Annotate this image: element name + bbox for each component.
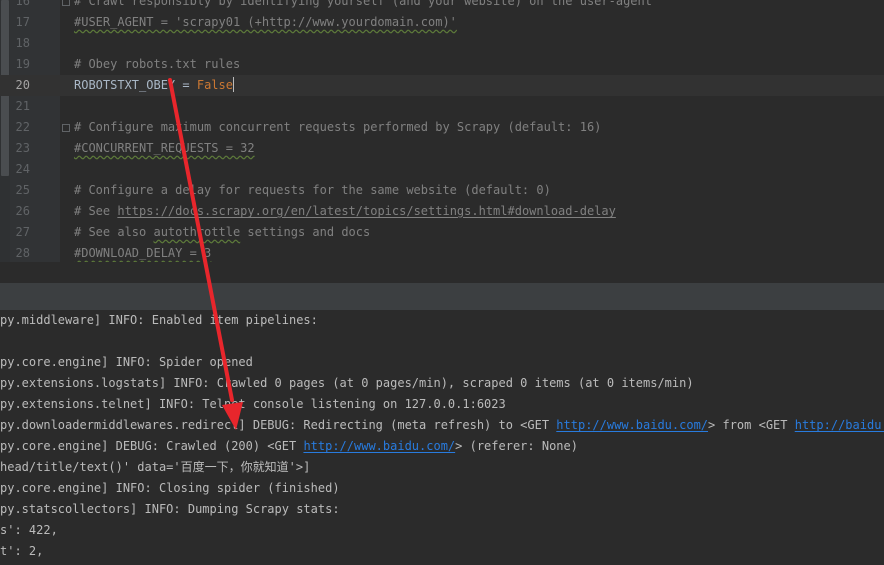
code-line[interactable]: 21 (0, 96, 884, 117)
code-line[interactable]: 23 #CONCURRENT_REQUESTS = 32 (0, 138, 884, 159)
console-url-link[interactable]: http://baidu.com/ (795, 418, 884, 432)
code-text: # See also autothrottle settings and doc… (74, 222, 370, 243)
line-number: 20 (15, 78, 30, 92)
assign-operator: = (175, 78, 197, 92)
console-line: py.core.engine] INFO: Spider opened (0, 352, 884, 373)
console-text: py.middleware] INFO: Enabled item pipeli… (0, 313, 318, 327)
setting-value: False (196, 78, 233, 92)
console-text: py.core.engine] INFO: Closing spider (fi… (0, 481, 340, 495)
comment-text: settings and docs (240, 225, 371, 239)
console-line: py.core.engine] DEBUG: Crawled (200) <GE… (0, 436, 884, 457)
line-number: 19 (15, 57, 30, 71)
run-panel-header (0, 283, 884, 311)
console-line: py.downloadermiddlewares.redirect] DEBUG… (0, 415, 884, 436)
line-number: 16 (15, 0, 30, 8)
console-text: > (referer: None) (455, 439, 578, 453)
console-url-link[interactable]: http://www.baidu.com/ (556, 418, 708, 432)
line-number: 24 (15, 162, 30, 176)
code-line[interactable]: 22 # Configure maximum concurrent request… (0, 117, 884, 138)
comment-text: #USER_AGENT = 'scrapy01 (+http://www.you… (74, 15, 457, 29)
code-text: #CONCURRENT_REQUESTS = 32 (74, 138, 255, 159)
comment-text: #DOWNLOAD_DELAY = 3 (74, 246, 212, 260)
editor-console-splitter[interactable] (0, 262, 884, 283)
line-number: 26 (15, 204, 30, 218)
code-editor[interactable]: 16 # Crawl responsibly by identifying you… (0, 0, 884, 262)
code-line[interactable]: 26 # See https://docs.scrapy.org/en/lates… (0, 201, 884, 222)
fold-marker-icon[interactable] (62, 124, 70, 132)
code-text: #USER_AGENT = 'scrapy01 (+http://www.you… (74, 12, 457, 33)
code-line[interactable]: 16 # Crawl responsibly by identifying you… (0, 0, 884, 12)
run-console[interactable]: py.middleware] INFO: Enabled item pipeli… (0, 310, 884, 565)
code-text: # Configure maximum concurrent requests … (74, 117, 601, 138)
line-number: 17 (15, 15, 30, 29)
console-line: py.core.engine] INFO: Closing spider (fi… (0, 478, 884, 499)
code-line[interactable]: 18 (0, 33, 884, 54)
console-text: py.downloadermiddlewares.redirect] DEBUG… (0, 418, 557, 432)
console-line: s': 422, (0, 520, 884, 541)
code-line[interactable]: 19 # Obey robots.txt rules (0, 54, 884, 75)
comment-text: # See (74, 204, 118, 218)
console-text: t': 2, (0, 544, 44, 558)
setting-name: ROBOTSTXT_OBEY (74, 78, 176, 92)
console-line: py.middleware] INFO: Enabled item pipeli… (0, 310, 884, 331)
code-text: # Obey robots.txt rules (74, 54, 240, 75)
line-number: 21 (15, 99, 30, 113)
line-number: 18 (15, 36, 30, 50)
line-number: 27 (15, 225, 30, 239)
console-line: py.extensions.telnet] INFO: Telnet conso… (0, 394, 884, 415)
console-line: py.extensions.logstats] INFO: Crawled 0 … (0, 373, 884, 394)
console-text: py.core.engine] INFO: Spider opened (0, 355, 253, 369)
comment-text: # Configure maximum concurrent requests … (74, 120, 602, 134)
code-line[interactable]: 17 #USER_AGENT = 'scrapy01 (+http://www.y… (0, 12, 884, 33)
console-text: head/title/text()' data='百度一下，你就知道'>] (0, 460, 311, 474)
console-text: > from <GET (708, 418, 795, 432)
comment-text: # See also (74, 225, 154, 239)
comment-text: # Configure a delay for requests for the… (74, 183, 551, 197)
code-text: # Configure a delay for requests for the… (74, 180, 551, 201)
console-text: py.statscollectors] INFO: Dumping Scrapy… (0, 502, 340, 516)
console-text: py.extensions.logstats] INFO: Crawled 0 … (0, 376, 694, 390)
code-text: # See https://docs.scrapy.org/en/latest/… (74, 201, 616, 222)
spellcheck-word[interactable]: autothrottle (153, 225, 240, 239)
comment-text: # Crawl responsibly by identifying yours… (74, 0, 652, 8)
code-text: #DOWNLOAD_DELAY = 3 (74, 243, 211, 262)
code-text: # Crawl responsibly by identifying yours… (74, 0, 652, 12)
line-number: 28 (15, 246, 30, 260)
code-text: ROBOTSTXT_OBEY = False (74, 75, 234, 96)
code-line[interactable]: 25 # Configure a delay for requests for t… (0, 180, 884, 201)
console-line: t': 2, (0, 541, 884, 562)
comment-text: # Obey robots.txt rules (74, 57, 241, 71)
text-caret (232, 77, 234, 92)
code-line[interactable]: 28 #DOWNLOAD_DELAY = 3 (0, 243, 884, 262)
console-text: py.extensions.telnet] INFO: Telnet conso… (0, 397, 506, 411)
console-url-link[interactable]: http://www.baidu.com/ (303, 439, 455, 453)
console-line: head/title/text()' data='百度一下，你就知道'>] (0, 457, 884, 478)
code-line[interactable]: 24 (0, 159, 884, 180)
console-text: s': 422, (0, 523, 58, 537)
console-text: py.core.engine] DEBUG: Crawled (200) <GE… (0, 439, 304, 453)
ide-window: 16 # Crawl responsibly by identifying you… (0, 0, 884, 565)
line-number: 22 (15, 120, 30, 134)
docs-link[interactable]: https://docs.scrapy.org/en/latest/topics… (117, 204, 616, 218)
code-line[interactable]: 20 ROBOTSTXT_OBEY = False (0, 75, 884, 96)
line-number: 25 (15, 183, 30, 197)
line-number: 23 (15, 141, 30, 155)
fold-marker-icon[interactable] (62, 0, 70, 6)
comment-text: #CONCURRENT_REQUESTS = 32 (74, 141, 255, 155)
code-line[interactable]: 27 # See also autothrottle settings and d… (0, 222, 884, 243)
console-line: py.statscollectors] INFO: Dumping Scrapy… (0, 499, 884, 520)
